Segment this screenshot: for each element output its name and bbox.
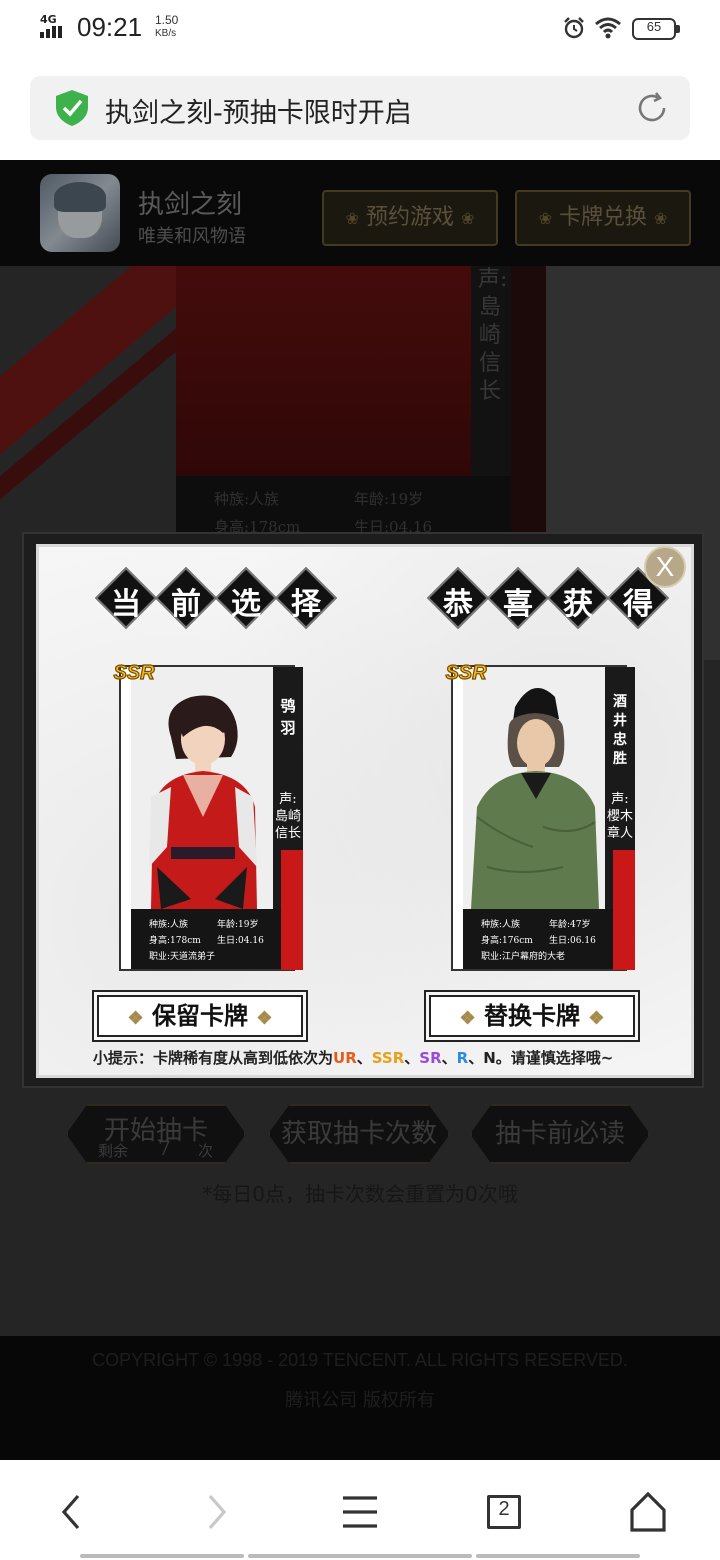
back-icon[interactable]	[44, 1484, 100, 1540]
ornament-icon: ❖	[256, 1008, 273, 1029]
card-voice-actor: 声:櫻木章人	[607, 792, 634, 841]
card-result-modal: 当 前 选 择 恭 喜 获 得 鸮羽 声:島崎信长 种族:人族 年龄:19岁 身…	[22, 532, 704, 1088]
character-illustration	[131, 667, 273, 909]
character-illustration	[463, 667, 605, 909]
wifi-icon	[595, 17, 621, 39]
rarity-sr: SR	[419, 1049, 442, 1067]
ornament-icon: ❖	[588, 1008, 605, 1029]
gesture-bar	[476, 1554, 640, 1558]
card-age: 年龄:47岁	[549, 920, 591, 930]
clock: 09:21	[77, 12, 143, 42]
title-diamond: 择	[274, 566, 338, 630]
obtained-title: 恭 喜 获 得	[426, 566, 670, 630]
tabs-button[interactable]: 2	[476, 1484, 532, 1540]
tip-suffix: 。请谨慎选择哦~	[495, 1049, 614, 1067]
card-height: 身高:176cm	[481, 936, 533, 946]
title-char: 前	[171, 587, 201, 622]
ssr-badge: SSR	[113, 661, 156, 684]
current-card: 鸮羽 声:島崎信长 种族:人族 年龄:19岁 身高:178cm 生日:04.16…	[109, 661, 303, 975]
rarity-ssr: SSR	[371, 1049, 405, 1067]
character-portrait	[131, 667, 273, 909]
card-race: 种族:人族	[149, 920, 189, 930]
battery-tip	[676, 25, 680, 33]
browser-navbar: 2	[0, 1460, 720, 1560]
card-character-name: 鸮羽	[280, 697, 296, 737]
title-char: 择	[291, 587, 321, 622]
rarity-ur: UR	[333, 1049, 357, 1067]
battery-icon: 65	[632, 18, 680, 40]
card-character-name: 酒井忠胜	[613, 694, 627, 767]
gesture-bar	[80, 1554, 244, 1558]
replace-card-button[interactable]: ❖ 替换卡牌 ❖	[429, 995, 635, 1037]
title-char: 恭	[443, 587, 473, 622]
replace-card-label: 替换卡牌	[484, 1001, 580, 1030]
network-type: 4G	[40, 13, 57, 26]
battery-level: 65	[646, 19, 662, 34]
title-diamond: 前	[154, 566, 218, 630]
home-icon[interactable]	[620, 1484, 676, 1540]
tip-separator: 、	[404, 1049, 420, 1067]
card-side-accent	[613, 850, 635, 970]
card-height: 身高:178cm	[149, 936, 201, 946]
title-char: 获	[563, 587, 593, 622]
address-bar[interactable]: 执剑之刻-预抽卡限时开启	[30, 76, 690, 140]
tab-count: 2	[498, 1498, 510, 1520]
alarm-icon	[564, 17, 584, 39]
web-page: 声:島崎信长 种族:人族 年龄:19岁 身高:178cm 生日:04.16 执剑…	[0, 160, 720, 1460]
rarity-tip: 小提示：卡牌稀有度从高到低依次为UR、SSR、SR、R、N。请谨慎选择哦~	[93, 1047, 613, 1068]
speed-unit: KB/s	[155, 28, 177, 39]
tip-separator: 、	[468, 1049, 484, 1067]
card-job: 职业:天道流弟子	[149, 952, 216, 962]
network-speed: 1.50 KB/s	[155, 14, 178, 40]
card-age: 年龄:19岁	[217, 920, 259, 930]
title-diamond: 恭	[426, 566, 490, 630]
tip-prefix: 小提示：卡牌稀有度从高到低依次为	[93, 1049, 334, 1067]
card-job: 职业:江户幕府的大老	[481, 952, 566, 962]
card-info-panel: 种族:人族 年龄:19岁 身高:178cm 生日:04.16 职业:天道流弟子	[131, 909, 281, 969]
new-card: 酒井忠胜 声:櫻木章人 种族:人族 年龄:47岁 身高:176cm 生日:06.…	[441, 661, 635, 975]
card-side-accent	[281, 850, 303, 970]
title-char: 选	[231, 587, 261, 622]
menu-icon[interactable]	[332, 1484, 388, 1540]
keep-card-label: 保留卡牌	[152, 1001, 248, 1030]
speed-value: 1.50	[155, 13, 179, 27]
close-modal-button[interactable]: X	[644, 546, 686, 588]
rarity-r: R	[456, 1049, 469, 1067]
title-diamond: 当	[94, 566, 158, 630]
ssr-badge: SSR	[445, 661, 488, 684]
forward-icon[interactable]	[188, 1484, 244, 1540]
tip-separator: 、	[356, 1049, 372, 1067]
ornament-icon: ❖	[459, 1008, 476, 1029]
card-info-panel: 种族:人族 年龄:47岁 身高:176cm 生日:06.16 职业:江户幕府的大…	[463, 909, 613, 969]
keep-card-button[interactable]: ❖ 保留卡牌 ❖	[97, 995, 303, 1037]
secure-shield-icon	[56, 90, 88, 126]
ssr-badge-text: SSR	[445, 662, 487, 684]
tip-separator: 、	[441, 1049, 457, 1067]
status-bar: 4G 09:21 1.50 KB/s 65	[0, 0, 720, 60]
reload-icon[interactable]	[634, 90, 670, 126]
title-diamond: 喜	[486, 566, 550, 630]
card-birthday: 生日:06.16	[549, 936, 596, 946]
character-portrait	[463, 667, 605, 909]
ssr-badge-text: SSR	[113, 662, 155, 684]
modal-body: 当 前 选 择 恭 喜 获 得 鸮羽 声:島崎信长 种族:人族 年龄:19岁 身…	[36, 544, 694, 1078]
title-char: 喜	[503, 587, 533, 622]
signal-icon	[40, 26, 62, 38]
title-diamond: 选	[214, 566, 278, 630]
card-race: 种族:人族	[481, 920, 521, 930]
ornament-icon: ❖	[127, 1008, 144, 1029]
page-title: 执剑之刻-预抽卡限时开启	[105, 98, 412, 129]
card-voice-actor: 声:島崎信长	[275, 792, 302, 841]
title-diamond: 获	[546, 566, 610, 630]
gesture-bar	[248, 1554, 472, 1558]
current-selection-title: 当 前 选 择	[94, 566, 338, 630]
title-char: 当	[111, 587, 141, 622]
rarity-n: N	[483, 1049, 496, 1067]
card-birthday: 生日:04.16	[217, 936, 264, 946]
